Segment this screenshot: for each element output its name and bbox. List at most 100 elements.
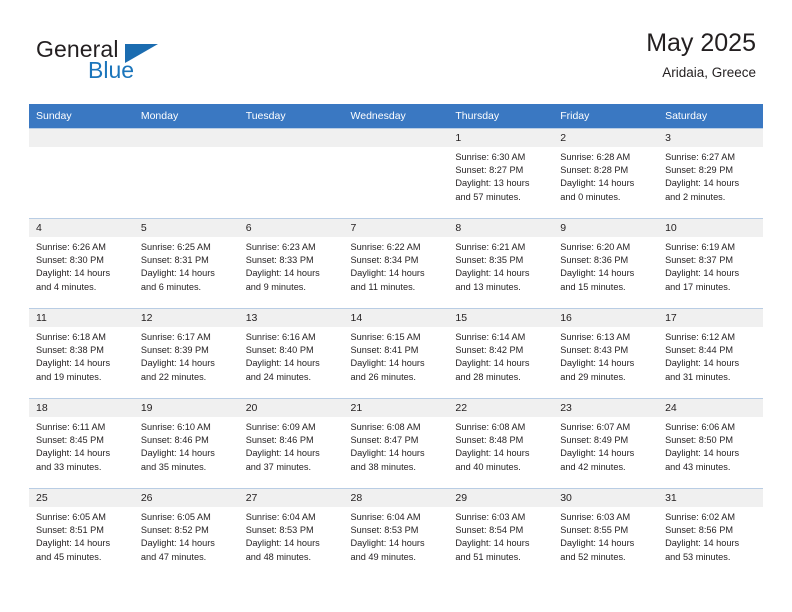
day-number: 27: [238, 489, 344, 507]
sunset-text: Sunset: 8:34 PM: [350, 255, 419, 266]
sunset-text: Sunset: 8:45 PM: [36, 435, 104, 446]
daylight-text-line2: and 2 minutes.: [665, 191, 726, 202]
calendar-cell: 8 Sunrise: 6:21 AM Sunset: 8:35 PM Daylight…: [448, 218, 554, 309]
daylight-text-line2: and 6 minutes.: [140, 281, 202, 292]
calendar-cell: 30 Sunrise: 6:03 AM Sunset: 8:55 PM Dayligh…: [553, 488, 659, 578]
sunrise-text: Sunrise: 6:22 AM: [350, 242, 421, 252]
calendar-day[interactable]: 6 Sunrise: 6:23 AM Sunset: 8:33 PM Daylight…: [238, 219, 344, 308]
sunset-text: Sunset: 8:55 PM: [560, 525, 629, 536]
calendar-day[interactable]: 10 Sunrise: 6:19 AM Sunset: 8:37 PM Dayligh…: [658, 219, 763, 308]
calendar-table: Sunday Monday Tuesday Wednesday Thursday…: [29, 104, 763, 578]
calendar-day[interactable]: 19 Sunrise: 6:10 AM Sunset: 8:46 PM Dayligh…: [133, 399, 239, 488]
daylight-text-line1: Daylight: 14 hours: [140, 268, 215, 279]
brand-logo[interactable]: General Blue: [36, 36, 256, 92]
calendar-day[interactable]: 23 Sunrise: 6:07 AM Sunset: 8:49 PM Dayligh…: [553, 399, 659, 488]
calendar-day[interactable]: 29 Sunrise: 6:03 AM Sunset: 8:54 PM Dayligh…: [448, 489, 554, 578]
calendar-cell: 3 Sunrise: 6:27 AM Sunset: 8:29 PM Daylight…: [658, 128, 763, 219]
daylight-text-line2: and 53 minutes.: [665, 551, 731, 562]
calendar-day[interactable]: 26 Sunrise: 6:05 AM Sunset: 8:52 PM Dayligh…: [133, 489, 239, 578]
daylight-text-line2: and 37 minutes.: [245, 461, 312, 472]
day-details: Sunrise: 6:05 AM Sunset: 8:52 PM Daylight:…: [134, 507, 239, 564]
calendar-day[interactable]: 27 Sunrise: 6:04 AM Sunset: 8:53 PM Dayligh…: [238, 489, 344, 578]
sunset-text: Sunset: 8:56 PM: [665, 525, 733, 536]
daylight-text-line2: and 9 minutes.: [245, 281, 306, 292]
daylight-text-line1: Daylight: 14 hours: [455, 358, 530, 369]
daylight-text-line2: and 49 minutes.: [350, 551, 416, 562]
day-details: Sunrise: 6:09 AM Sunset: 8:46 PM Daylight:…: [239, 417, 344, 474]
day-details: Sunrise: 6:23 AM Sunset: 8:33 PM Daylight:…: [239, 237, 344, 294]
calendar-day[interactable]: 21 Sunrise: 6:08 AM Sunset: 8:47 PM Dayligh…: [343, 399, 449, 488]
calendar-week-row: 11 Sunrise: 6:18 AM Sunset: 8:38 PM Dayligh…: [29, 308, 763, 399]
daylight-text-line2: and 51 minutes.: [455, 551, 521, 562]
calendar-day[interactable]: 7 Sunrise: 6:22 AM Sunset: 8:34 PM Daylight…: [343, 219, 449, 308]
day-number: 25: [29, 489, 134, 507]
calendar-day[interactable]: 17 Sunrise: 6:12 AM Sunset: 8:44 PM Dayligh…: [658, 309, 763, 398]
calendar-day[interactable]: 24 Sunrise: 6:06 AM Sunset: 8:50 PM Dayligh…: [658, 399, 763, 488]
calendar-day[interactable]: 22 Sunrise: 6:08 AM Sunset: 8:48 PM Dayligh…: [448, 399, 554, 488]
title-block: May 2025 Aridaia, Greece: [646, 28, 756, 82]
daylight-text-line2: and 13 minutes.: [455, 281, 521, 292]
calendar-day[interactable]: 9 Sunrise: 6:20 AM Sunset: 8:36 PM Daylight…: [553, 219, 659, 308]
daylight-text-line1: Daylight: 14 hours: [140, 538, 215, 549]
sunset-text: Sunset: 8:50 PM: [665, 435, 733, 446]
calendar-day[interactable]: 1 Sunrise: 6:30 AM Sunset: 8:27 PM Daylight…: [448, 129, 554, 218]
calendar-day-empty: [238, 129, 344, 218]
calendar-day-empty: [29, 129, 134, 218]
daylight-text-line2: and 19 minutes.: [36, 371, 102, 382]
sunrise-text: Sunrise: 6:25 AM: [140, 242, 211, 252]
calendar-day[interactable]: 11 Sunrise: 6:18 AM Sunset: 8:38 PM Dayligh…: [29, 309, 134, 398]
daylight-text-line2: and 35 minutes.: [140, 461, 207, 472]
day-number: 15: [448, 309, 554, 327]
calendar-day[interactable]: 2 Sunrise: 6:28 AM Sunset: 8:28 PM Daylight…: [553, 129, 659, 218]
calendar-cell: 21 Sunrise: 6:08 AM Sunset: 8:47 PM Dayligh…: [343, 398, 449, 489]
day-number: 1: [448, 129, 554, 147]
daylight-text-line2: and 42 minutes.: [560, 461, 626, 472]
daylight-text-line1: Daylight: 14 hours: [245, 448, 320, 459]
calendar-cell: 22 Sunrise: 6:08 AM Sunset: 8:48 PM Dayligh…: [448, 398, 554, 489]
calendar-day[interactable]: 16 Sunrise: 6:13 AM Sunset: 8:43 PM Dayligh…: [553, 309, 659, 398]
calendar-day[interactable]: 4 Sunrise: 6:26 AM Sunset: 8:30 PM Daylight…: [29, 219, 134, 308]
sunrise-text: Sunrise: 6:08 AM: [455, 422, 526, 432]
calendar-day[interactable]: 25 Sunrise: 6:05 AM Sunset: 8:51 PM Dayligh…: [29, 489, 134, 578]
calendar-cell: 31 Sunrise: 6:02 AM Sunset: 8:56 PM Dayligh…: [658, 488, 763, 578]
sunrise-text: Sunrise: 6:26 AM: [36, 242, 106, 252]
calendar-day[interactable]: 13 Sunrise: 6:16 AM Sunset: 8:40 PM Dayligh…: [238, 309, 344, 398]
calendar-day[interactable]: 28 Sunrise: 6:04 AM Sunset: 8:53 PM Dayligh…: [343, 489, 449, 578]
daylight-text-line2: and 38 minutes.: [350, 461, 416, 472]
sunset-text: Sunset: 8:39 PM: [140, 345, 209, 356]
daylight-text-line1: Daylight: 14 hours: [560, 538, 635, 549]
calendar-cell: 29 Sunrise: 6:03 AM Sunset: 8:54 PM Dayligh…: [448, 488, 554, 578]
calendar-week-row: 18 Sunrise: 6:11 AM Sunset: 8:45 PM Dayligh…: [29, 398, 763, 489]
calendar-day[interactable]: 20 Sunrise: 6:09 AM Sunset: 8:46 PM Dayligh…: [238, 399, 344, 488]
calendar-day[interactable]: 15 Sunrise: 6:14 AM Sunset: 8:42 PM Dayligh…: [448, 309, 554, 398]
calendar-day[interactable]: 30 Sunrise: 6:03 AM Sunset: 8:55 PM Dayligh…: [553, 489, 659, 578]
calendar-cell: 11 Sunrise: 6:18 AM Sunset: 8:38 PM Dayligh…: [29, 308, 134, 399]
sunset-text: Sunset: 8:46 PM: [245, 435, 314, 446]
daylight-text-line1: Daylight: 14 hours: [36, 448, 111, 459]
daylight-text-line2: and 11 minutes.: [350, 281, 416, 292]
calendar-day[interactable]: 18 Sunrise: 6:11 AM Sunset: 8:45 PM Dayligh…: [29, 399, 134, 488]
sunset-text: Sunset: 8:53 PM: [245, 525, 314, 536]
daylight-text-line1: Daylight: 14 hours: [560, 358, 635, 369]
sunset-text: Sunset: 8:35 PM: [455, 255, 524, 266]
calendar-day[interactable]: 31 Sunrise: 6:02 AM Sunset: 8:56 PM Dayligh…: [658, 489, 763, 578]
calendar-cell: 1 Sunrise: 6:30 AM Sunset: 8:27 PM Daylight…: [448, 128, 554, 219]
sunset-text: Sunset: 8:54 PM: [455, 525, 524, 536]
calendar-cell: 23 Sunrise: 6:07 AM Sunset: 8:49 PM Dayligh…: [553, 398, 659, 489]
calendar-day[interactable]: 5 Sunrise: 6:25 AM Sunset: 8:31 PM Daylight…: [133, 219, 239, 308]
daylight-text-line2: and 28 minutes.: [455, 371, 521, 382]
sunrise-text: Sunrise: 6:16 AM: [245, 332, 316, 342]
calendar-day[interactable]: 14 Sunrise: 6:15 AM Sunset: 8:41 PM Dayligh…: [343, 309, 449, 398]
daylight-text-line2: and 22 minutes.: [140, 371, 207, 382]
day-details: Sunrise: 6:11 AM Sunset: 8:45 PM Daylight:…: [29, 417, 134, 474]
daylight-text-line1: Daylight: 14 hours: [245, 358, 320, 369]
calendar-day[interactable]: 3 Sunrise: 6:27 AM Sunset: 8:29 PM Daylight…: [658, 129, 763, 218]
weekday-header-thursday: Thursday: [448, 104, 554, 129]
day-details: Sunrise: 6:21 AM Sunset: 8:35 PM Daylight:…: [448, 237, 553, 294]
day-number: 22: [448, 399, 554, 417]
calendar-day[interactable]: 12 Sunrise: 6:17 AM Sunset: 8:39 PM Dayligh…: [133, 309, 239, 398]
daylight-text-line1: Daylight: 14 hours: [36, 268, 111, 279]
weekday-header-saturday: Saturday: [658, 104, 763, 129]
calendar-cell: 18 Sunrise: 6:11 AM Sunset: 8:45 PM Dayligh…: [29, 398, 134, 489]
calendar-day[interactable]: 8 Sunrise: 6:21 AM Sunset: 8:35 PM Daylight…: [448, 219, 554, 308]
